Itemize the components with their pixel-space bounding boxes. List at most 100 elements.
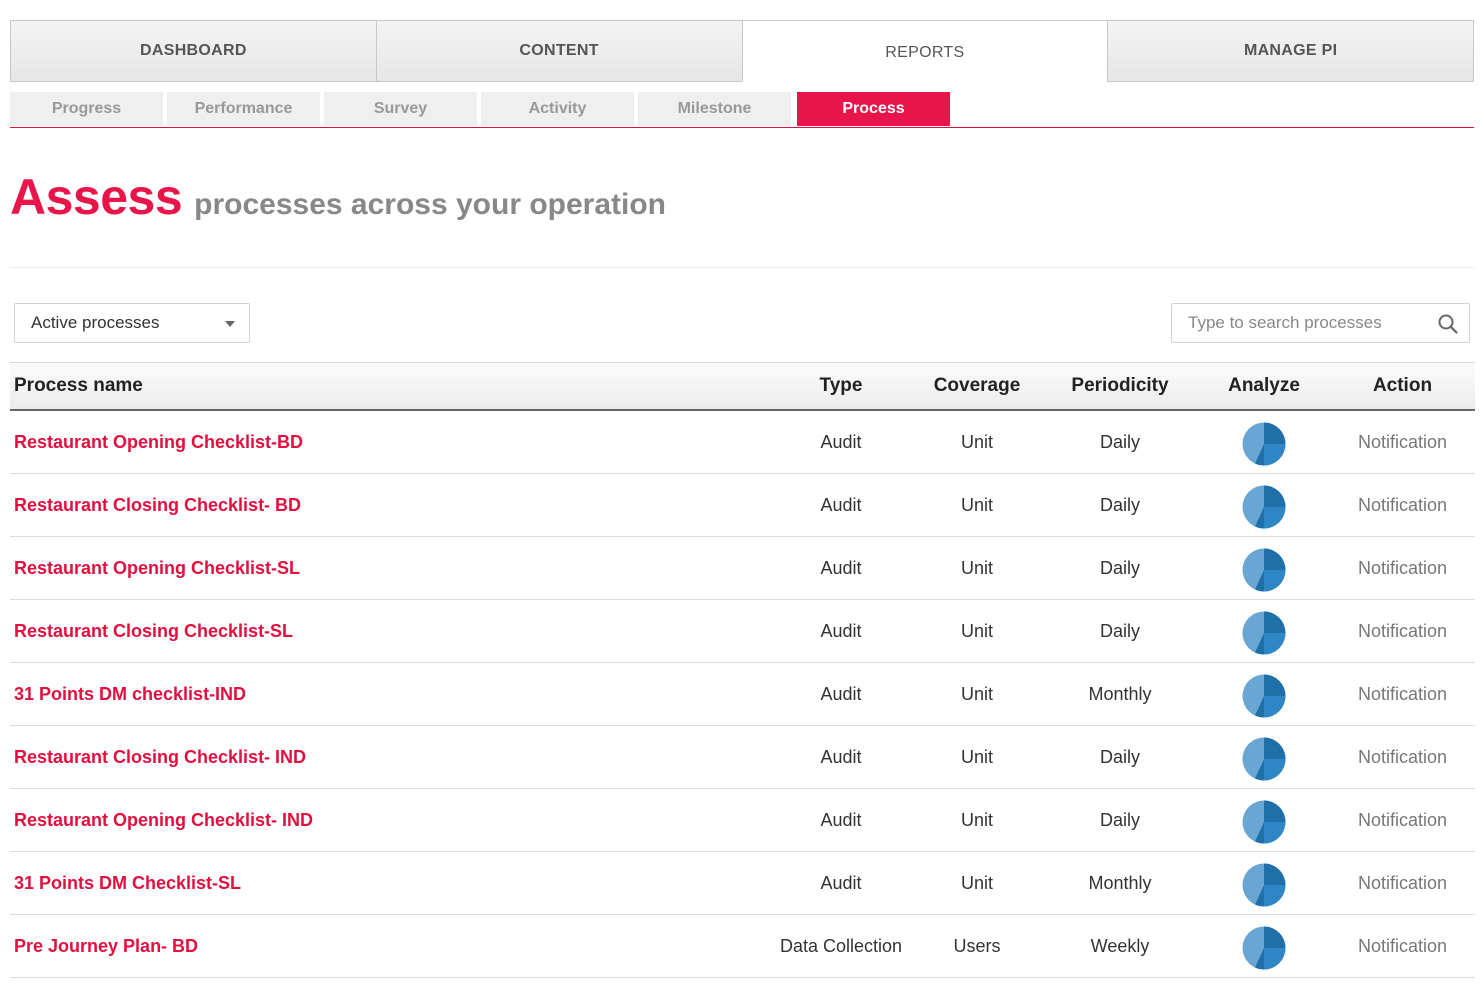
process-periodicity: Daily [1099,557,1140,578]
header-action: Action [1372,375,1433,396]
process-periodicity: Daily [1099,431,1140,452]
analyze-cell [1198,480,1330,530]
process-filter-dropdown[interactable]: Active processes [14,303,250,343]
table-row: Restaurant Closing Checklist-SL Audit Un… [10,600,1475,663]
process-periodicity: Monthly [1088,683,1152,704]
header-periodicity[interactable]: Periodicity [1042,375,1198,397]
tab-manage-pi[interactable]: MANAGE PI [1107,20,1474,82]
notification-action-link[interactable]: Notification [1330,747,1475,768]
process-type: Data Collection [779,935,903,956]
pie-chart-icon[interactable] [1241,610,1287,656]
main-tabs: DASHBOARD CONTENT REPORTS MANAGE PI [10,20,1474,82]
process-search [1171,303,1470,343]
page-title-main: Assess [10,169,183,225]
table-row: Pre Journey Plan- BD Data Collection Use… [10,915,1475,978]
table-row: Restaurant Opening Checklist-SL Audit Un… [10,537,1475,600]
process-coverage: Unit [960,872,993,893]
pie-chart-icon[interactable] [1241,547,1287,593]
process-periodicity: Weekly [1090,935,1150,956]
notification-action-link[interactable]: Notification [1330,558,1475,579]
table-row: 31 Points DM checklist-IND Audit Unit Mo… [10,663,1475,726]
process-periodicity: Daily [1099,746,1140,767]
process-periodicity: Daily [1099,620,1140,641]
process-coverage: Unit [960,494,993,515]
process-type: Audit [820,872,862,893]
process-type: Audit [820,620,862,641]
process-name-link[interactable]: Pre Journey Plan- BD [10,936,770,957]
process-type: Audit [820,746,862,767]
process-type: Audit [820,557,862,578]
subtab-survey[interactable]: Survey [324,92,479,126]
process-periodicity: Monthly [1088,872,1152,893]
table-body: Restaurant Opening Checklist-BD Audit Un… [10,411,1475,978]
table-row: Restaurant Closing Checklist- BD Audit U… [10,474,1475,537]
divider [10,267,1474,268]
process-type: Audit [820,431,862,452]
pie-chart-icon[interactable] [1241,925,1287,971]
tab-dashboard[interactable]: DASHBOARD [10,20,376,82]
notification-action-link[interactable]: Notification [1330,621,1475,642]
analyze-cell [1198,417,1330,467]
process-coverage: Unit [960,557,993,578]
analyze-cell [1198,732,1330,782]
search-input[interactable] [1172,304,1432,342]
process-coverage: Unit [960,620,993,641]
process-periodicity: Daily [1099,809,1140,830]
header-analyze: Analyze [1228,375,1300,396]
process-coverage: Users [953,935,1001,956]
notification-action-link[interactable]: Notification [1330,684,1475,705]
pie-chart-icon[interactable] [1241,421,1287,467]
process-coverage: Unit [960,683,993,704]
process-name-link[interactable]: Restaurant Opening Checklist- IND [10,810,770,831]
process-coverage: Unit [960,746,993,767]
notification-action-link[interactable]: Notification [1330,936,1475,957]
subtab-activity[interactable]: Activity [481,92,636,126]
pie-chart-icon[interactable] [1241,736,1287,782]
analyze-cell [1198,921,1330,971]
subtab-performance[interactable]: Performance [167,92,322,126]
table-header: Process name Type Coverage Periodicity A… [10,362,1475,411]
sub-tabs: Progress Performance Survey Activity Mil… [10,92,1474,128]
tab-reports[interactable]: REPORTS [741,20,1108,82]
pie-chart-icon[interactable] [1241,799,1287,845]
analyze-cell [1198,795,1330,845]
tab-content[interactable]: CONTENT [375,20,742,82]
notification-action-link[interactable]: Notification [1330,495,1475,516]
process-name-link[interactable]: Restaurant Closing Checklist- IND [10,747,770,768]
table-row: Restaurant Closing Checklist- IND Audit … [10,726,1475,789]
analyze-cell [1198,543,1330,593]
chevron-down-icon [225,321,235,327]
table-row: Restaurant Opening Checklist-BD Audit Un… [10,411,1475,474]
process-type: Audit [820,494,862,515]
page-title-sub: processes across your operation [194,188,667,221]
analyze-cell [1198,858,1330,908]
process-periodicity: Daily [1099,494,1140,515]
table-row: Restaurant Opening Checklist- IND Audit … [10,789,1475,852]
pie-chart-icon[interactable] [1241,862,1287,908]
search-icon[interactable] [1437,313,1459,335]
subtab-process[interactable]: Process [797,92,952,126]
process-name-link[interactable]: 31 Points DM Checklist-SL [10,873,770,894]
process-name-link[interactable]: Restaurant Opening Checklist-BD [10,432,770,453]
page-title: Assess processes across your operation [10,168,666,228]
notification-action-link[interactable]: Notification [1330,810,1475,831]
pie-chart-icon[interactable] [1241,484,1287,530]
header-coverage[interactable]: Coverage [912,375,1042,397]
subtab-milestone[interactable]: Milestone [638,92,793,126]
table-row: 31 Points DM Checklist-SL Audit Unit Mon… [10,852,1475,915]
process-name-link[interactable]: Restaurant Closing Checklist-SL [10,621,770,642]
header-type[interactable]: Type [770,375,912,397]
analyze-cell [1198,669,1330,719]
process-table: Process name Type Coverage Periodicity A… [10,362,1475,978]
header-process-name[interactable]: Process name [10,375,770,397]
process-type: Audit [820,809,862,830]
notification-action-link[interactable]: Notification [1330,873,1475,894]
process-coverage: Unit [960,431,993,452]
notification-action-link[interactable]: Notification [1330,432,1475,453]
pie-chart-icon[interactable] [1241,673,1287,719]
process-name-link[interactable]: Restaurant Opening Checklist-SL [10,558,770,579]
subtab-progress[interactable]: Progress [10,92,165,126]
process-name-link[interactable]: 31 Points DM checklist-IND [10,684,770,705]
process-name-link[interactable]: Restaurant Closing Checklist- BD [10,495,770,516]
process-coverage: Unit [960,809,993,830]
